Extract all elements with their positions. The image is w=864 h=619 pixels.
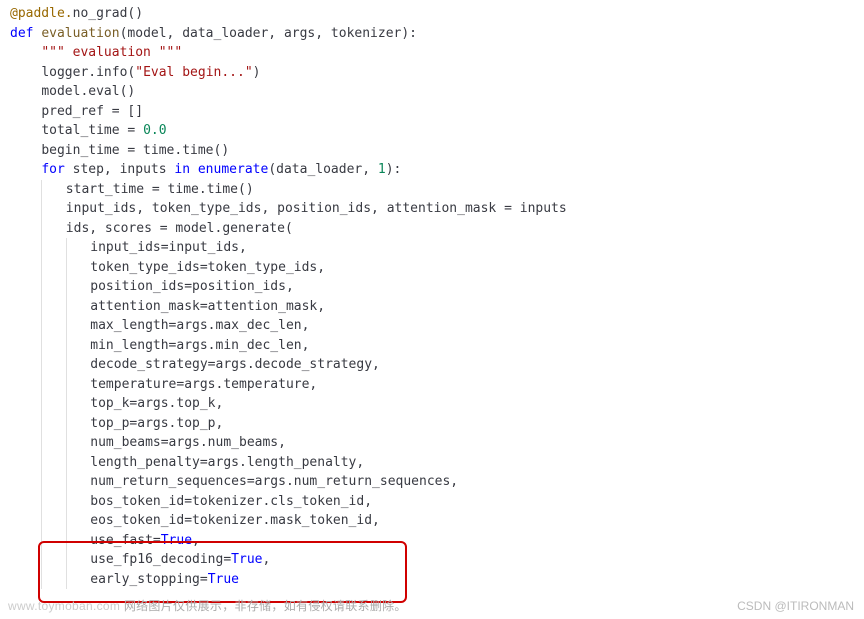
line-starttime: start_time = time.time() xyxy=(10,180,864,200)
code-block: @paddle.no_grad() def evaluation(model, … xyxy=(10,4,864,589)
line-arg-position: position_ids=position_ids, xyxy=(10,277,864,297)
watermark-domain: www.toymoban.com xyxy=(8,599,120,613)
line-arg-earlystop: early_stopping=True xyxy=(10,570,864,590)
line-totaltime: total_time = 0.0 xyxy=(10,121,864,141)
line-decorator: @paddle.no_grad() xyxy=(10,4,864,24)
watermark: www.toymoban.com 网络图片仅供展示，非存储，如有侵权请联系删除。 xyxy=(8,597,407,615)
line-arg-eos: eos_token_id=tokenizer.mask_token_id, xyxy=(10,511,864,531)
line-arg-fp16: use_fp16_decoding=True, xyxy=(10,550,864,570)
line-arg-attention: attention_mask=attention_mask, xyxy=(10,297,864,317)
line-arg-returnseq: num_return_sequences=args.num_return_seq… xyxy=(10,472,864,492)
line-arg-token-type: token_type_ids=token_type_ids, xyxy=(10,258,864,278)
line-arg-bos: bos_token_id=tokenizer.cls_token_id, xyxy=(10,492,864,512)
line-arg-input-ids: input_ids=input_ids, xyxy=(10,238,864,258)
line-arg-decode: decode_strategy=args.decode_strategy, xyxy=(10,355,864,375)
line-predref: pred_ref = [] xyxy=(10,102,864,122)
line-generate: ids, scores = model.generate( xyxy=(10,219,864,239)
line-docstring: """ evaluation """ xyxy=(10,43,864,63)
decorator-at: @paddle. xyxy=(10,6,73,21)
line-for: for step, inputs in enumerate(data_loade… xyxy=(10,160,864,180)
decorator-call: no_grad xyxy=(73,6,128,21)
line-arg-penalty: length_penalty=args.length_penalty, xyxy=(10,453,864,473)
line-arg-temperature: temperature=args.temperature, xyxy=(10,375,864,395)
line-def: def evaluation(model, data_loader, args,… xyxy=(10,24,864,44)
line-arg-topp: top_p=args.top_p, xyxy=(10,414,864,434)
line-inputs: input_ids, token_type_ids, position_ids,… xyxy=(10,199,864,219)
credit: CSDN @ITIRONMAN xyxy=(737,597,854,615)
line-arg-maxlen: max_length=args.max_dec_len, xyxy=(10,316,864,336)
line-arg-beams: num_beams=args.num_beams, xyxy=(10,433,864,453)
line-logger: logger.info("Eval begin...") xyxy=(10,63,864,83)
line-eval: model.eval() xyxy=(10,82,864,102)
line-arg-usefast: use_fast=True, xyxy=(10,531,864,551)
line-arg-minlen: min_length=args.min_dec_len, xyxy=(10,336,864,356)
line-begintime: begin_time = time.time() xyxy=(10,141,864,161)
watermark-text: 网络图片仅供展示，非存储，如有侵权请联系删除。 xyxy=(120,599,407,613)
line-arg-topk: top_k=args.top_k, xyxy=(10,394,864,414)
